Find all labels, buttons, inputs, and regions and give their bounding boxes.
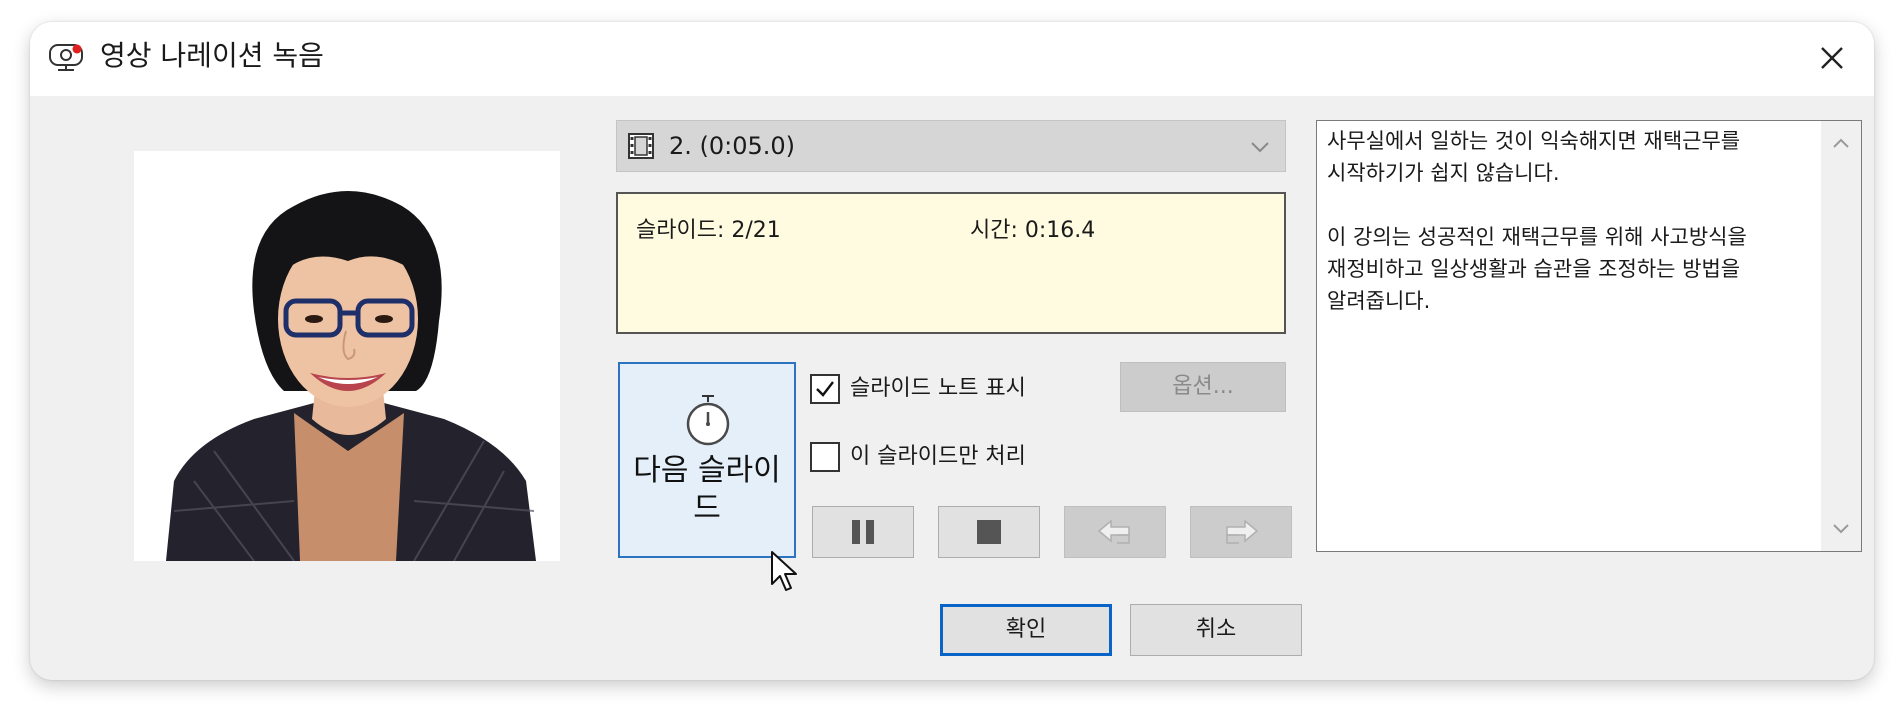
options-button[interactable]: 옵션...	[1120, 362, 1286, 412]
film-strip-icon	[627, 132, 655, 160]
recording-info-panel: 슬라이드: 2/21 시간: 0:16.4	[616, 192, 1286, 334]
next-slide-button[interactable]: 다음 슬라이드	[618, 362, 796, 558]
scroll-down-icon[interactable]	[1831, 521, 1851, 537]
narration-dialog: 영상 나레이션 녹음 2. (0:05.0) 슬라이드: 2/21 시간: 0:…	[30, 22, 1874, 680]
checkbox-box[interactable]	[810, 374, 840, 404]
slide-notes-text: 사무실에서 일하는 것이 익숙해지면 재택근무를 시작하기가 쉽지 않습니다. …	[1327, 129, 1747, 313]
checkbox-box[interactable]	[810, 442, 840, 472]
title-bar: 영상 나레이션 녹음	[30, 22, 1874, 96]
next-slide-label: 다음 슬라이드	[633, 453, 781, 526]
slide-notes-box[interactable]: 사무실에서 일하는 것이 익숙해지면 재택근무를 시작하기가 쉽지 않습니다. …	[1316, 120, 1862, 552]
arrow-left-icon	[1097, 519, 1130, 544]
scroll-up-icon[interactable]	[1831, 135, 1851, 151]
this-slide-only-label: 이 슬라이드만 처리	[850, 444, 1026, 469]
next-slide-arrow-button[interactable]	[1190, 506, 1292, 558]
show-notes-label: 슬라이드 노트 표시	[850, 376, 1026, 401]
slide-dropdown-value: 2. (0:05.0)	[669, 132, 796, 160]
window-title: 영상 나레이션 녹음	[100, 39, 324, 72]
elapsed-time: 시간: 0:16.4	[970, 218, 1096, 243]
camera-preview	[134, 151, 560, 561]
chevron-down-icon	[1249, 137, 1271, 157]
stop-icon	[977, 520, 1001, 544]
pause-icon	[852, 520, 874, 544]
close-icon[interactable]	[1812, 38, 1852, 78]
ok-button[interactable]: 확인	[940, 604, 1112, 656]
stop-button[interactable]	[938, 506, 1040, 558]
pause-button[interactable]	[812, 506, 914, 558]
notes-scrollbar[interactable]	[1821, 121, 1861, 551]
slide-counter: 슬라이드: 2/21	[636, 218, 781, 243]
webcam-icon	[48, 42, 86, 72]
cancel-button[interactable]: 취소	[1130, 604, 1302, 656]
presenter-photo	[134, 151, 560, 561]
arrow-right-icon	[1226, 519, 1259, 544]
checkmark-icon	[816, 381, 834, 397]
slide-dropdown[interactable]: 2. (0:05.0)	[616, 120, 1286, 172]
previous-slide-button[interactable]	[1064, 506, 1166, 558]
stopwatch-icon	[684, 394, 732, 446]
mouse-pointer-icon	[770, 550, 798, 594]
